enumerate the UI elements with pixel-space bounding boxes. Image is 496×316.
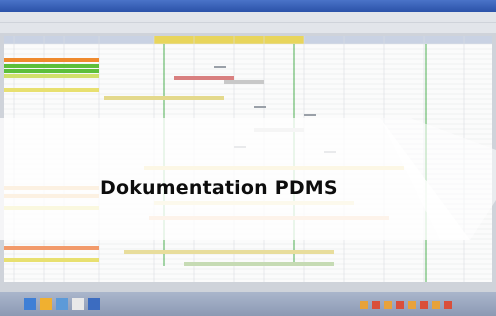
schedule-grid xyxy=(4,36,492,282)
grid-header-highlight xyxy=(154,36,304,44)
gantt-bar xyxy=(224,80,264,84)
system-tray-icon xyxy=(432,301,440,309)
task-row-highlight xyxy=(4,206,99,210)
taskbar-icons xyxy=(24,298,452,310)
gantt-bar xyxy=(174,76,234,80)
gantt-marker xyxy=(214,66,226,68)
task-row-highlight xyxy=(4,64,99,68)
taskbar-app-icon xyxy=(72,298,84,310)
task-row-highlight xyxy=(4,246,99,250)
gantt-marker xyxy=(254,106,266,108)
system-tray-icon xyxy=(372,301,380,309)
taskbar-app-icon xyxy=(88,298,100,310)
caption-text: Dokumentation PDMS xyxy=(100,177,338,199)
gantt-bar xyxy=(154,201,354,205)
task-row-highlight xyxy=(4,88,99,92)
toolbar xyxy=(0,23,496,33)
window-title-bar xyxy=(0,0,496,12)
system-tray-icon xyxy=(384,301,392,309)
menu-bar xyxy=(0,12,496,22)
gantt-bar xyxy=(124,250,334,254)
taskbar-app-icon xyxy=(56,298,68,310)
system-tray-icon xyxy=(420,301,428,309)
system-tray-icon xyxy=(444,301,452,309)
gantt-marker xyxy=(234,146,246,148)
project-schedule-view xyxy=(4,36,492,282)
gantt-bar xyxy=(144,166,404,170)
task-row-highlight xyxy=(4,74,99,78)
taskbar-app-icon xyxy=(40,298,52,310)
screenshot-composite: Dokumentation PDMS xyxy=(0,0,496,316)
gantt-bar xyxy=(104,96,224,100)
system-tray-icon xyxy=(408,301,416,309)
task-row-highlight xyxy=(4,58,99,62)
gantt-bar xyxy=(149,216,389,220)
task-row-highlight xyxy=(4,69,99,73)
gantt-marker xyxy=(324,151,336,153)
task-row-highlight xyxy=(4,258,99,262)
gantt-bar xyxy=(184,262,334,266)
task-row-highlight xyxy=(4,186,99,190)
taskbar-app-icon xyxy=(24,298,36,310)
system-tray-icon xyxy=(396,301,404,309)
task-row-highlight xyxy=(4,194,99,198)
gantt-bar xyxy=(254,128,304,132)
system-tray-icon xyxy=(360,301,368,309)
taskbar xyxy=(0,292,496,316)
gantt-marker xyxy=(304,114,316,116)
